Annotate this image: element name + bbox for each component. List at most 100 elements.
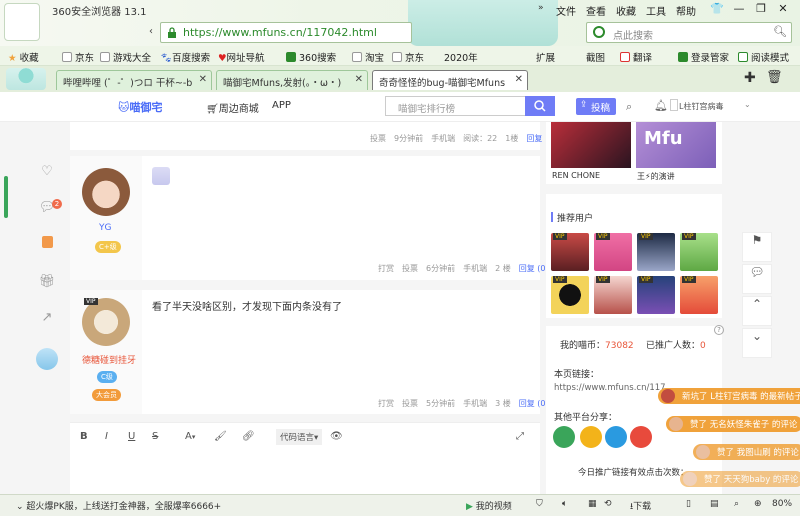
bookmark-taobao[interactable]: 淘宝 bbox=[352, 50, 384, 64]
restore-icon[interactable]: ❐ bbox=[752, 2, 770, 16]
speaker-icon[interactable]: 🔈︎ bbox=[562, 499, 567, 509]
clean-icon[interactable]: ⟲ bbox=[604, 499, 612, 509]
bookmark-icon[interactable]: ▯ bbox=[686, 499, 691, 509]
menu-favorites[interactable]: 收藏 bbox=[616, 3, 636, 18]
search-placeholder[interactable]: 点此搜索 bbox=[613, 27, 653, 42]
qzone-share-icon[interactable] bbox=[580, 426, 602, 448]
bookmark-jd[interactable]: 京东 bbox=[62, 50, 94, 64]
close-tab-icon[interactable]: ✕ bbox=[199, 74, 207, 85]
weibo-share-icon[interactable] bbox=[630, 426, 652, 448]
bookmark-nav[interactable]: ♥网址导航 bbox=[218, 50, 265, 64]
menu-file[interactable]: 文件 bbox=[556, 3, 576, 18]
underline-button[interactable]: U bbox=[128, 431, 135, 442]
author-name[interactable]: 德糖碰到挂牙 bbox=[82, 353, 136, 366]
scroll-handle[interactable] bbox=[4, 176, 8, 218]
chevron-down-icon[interactable]: ⌄ bbox=[744, 100, 751, 109]
help-icon[interactable]: ? bbox=[714, 325, 724, 335]
gift-icon[interactable]: 🎁︎ bbox=[34, 274, 60, 300]
chat-icon[interactable]: 💬︎ bbox=[742, 264, 772, 294]
chevron-right-icon[interactable]: » bbox=[538, 3, 544, 13]
strike-button[interactable]: S bbox=[152, 431, 158, 442]
search-icon[interactable]: 🔍︎ bbox=[773, 25, 787, 38]
address-text[interactable]: https://www.mfuns.cn/117042.html bbox=[183, 26, 377, 39]
shield-icon[interactable]: ⛉ bbox=[536, 499, 543, 509]
flag-icon[interactable]: ⚑ bbox=[742, 232, 772, 262]
post-button[interactable]: ⇪ 投稿 bbox=[576, 98, 616, 115]
promo-link[interactable]: ⌄ 超火爆PK服，上线送打金神器，全服爆率6666+ bbox=[16, 499, 221, 512]
italic-button[interactable]: I bbox=[105, 431, 108, 442]
bookmark-screenshot[interactable]: 截图 bbox=[586, 50, 605, 64]
search-engine-icon[interactable] bbox=[593, 26, 605, 38]
bookmark-translate[interactable]: 翻译 bbox=[620, 50, 652, 64]
search-icon[interactable]: ⌕ bbox=[626, 100, 632, 114]
tab-bilibili[interactable]: 哔哩哔哩 (゜-゜)つロ 干杯~-b ✕ bbox=[56, 70, 212, 90]
bookmark-orange-icon[interactable] bbox=[34, 236, 60, 262]
bookmark-games[interactable]: 游戏大全 bbox=[100, 50, 151, 64]
featured-title[interactable]: 王⚡的演讲 bbox=[637, 171, 675, 182]
bookmark-reader-mode[interactable]: 阅读模式 bbox=[738, 50, 789, 64]
zoom-level[interactable]: 80% bbox=[772, 499, 792, 509]
qq-share-icon[interactable] bbox=[605, 426, 627, 448]
author-name[interactable]: YG bbox=[99, 223, 111, 233]
browser-search-box[interactable]: 点此搜索 🔍︎ bbox=[586, 22, 792, 43]
avatar[interactable] bbox=[670, 99, 678, 111]
shirt-icon[interactable]: 👕 bbox=[708, 2, 726, 16]
calendar-icon[interactable]: ▤ bbox=[710, 499, 719, 509]
fullscreen-icon[interactable]: ⤢ bbox=[516, 431, 524, 442]
notification-toast[interactable]: 赞了 无名妖怪朱雀子 的评论 bbox=[666, 416, 800, 432]
bell-icon[interactable]: 🔔︎ bbox=[654, 99, 668, 112]
close-icon[interactable]: ✕ bbox=[774, 2, 792, 16]
nav-app[interactable]: APP bbox=[272, 100, 291, 111]
avatar[interactable] bbox=[82, 168, 130, 216]
trash-icon[interactable]: 🗑︎ bbox=[766, 70, 783, 85]
share-icon[interactable]: ↗ bbox=[34, 310, 60, 336]
font-color-button[interactable]: A▾ bbox=[185, 431, 195, 442]
brush-icon[interactable]: 🖌︎ bbox=[214, 431, 227, 442]
add-tab-icon[interactable]: ✚ bbox=[744, 70, 756, 86]
bookmark-360search[interactable]: 360搜索 bbox=[286, 50, 336, 64]
user-name[interactable]: L柱钉宫病毒 bbox=[679, 101, 723, 112]
bookmark-jd-2[interactable]: 京东 bbox=[392, 50, 424, 64]
chevron-up-icon[interactable]: ⌃ bbox=[742, 296, 772, 326]
address-bar[interactable]: ‹ https://www.mfuns.cn/117042.html bbox=[149, 22, 412, 43]
close-tab-icon[interactable]: ✕ bbox=[515, 74, 523, 85]
link-icon[interactable]: 🔗︎ bbox=[242, 431, 255, 442]
menu-view[interactable]: 查看 bbox=[586, 3, 606, 18]
chevron-down-icon[interactable]: ⌄ bbox=[742, 328, 772, 358]
nav-shop[interactable]: 🛒︎周边商城 bbox=[206, 100, 259, 115]
site-logo[interactable]: 🐱︎喵御宅 bbox=[118, 99, 176, 115]
notification-toast[interactable]: 新坑了 L柱钉宫病毒 的最新帖子 bbox=[658, 388, 800, 404]
zoom-icon[interactable]: ⊕ bbox=[754, 499, 762, 509]
site-search-input[interactable]: 喵御宅排行榜 bbox=[385, 96, 525, 116]
tab-mfuns-bug[interactable]: 奇奇怪怪的bug-喵御宅Mfuns ✕ bbox=[372, 70, 528, 90]
reply-editor[interactable]: B I U S A▾ 🖌︎ 🔗︎ 代码语言▾ 👁︎ ⤢ bbox=[70, 422, 540, 494]
my-video-button[interactable]: ▶ 我的视频 bbox=[466, 499, 512, 512]
minimize-icon[interactable]: — bbox=[730, 2, 748, 16]
code-language-select[interactable]: 代码语言▾ bbox=[276, 429, 323, 445]
bookmark-2020[interactable]: 2020年 bbox=[444, 50, 478, 64]
bookmark-login-manager[interactable]: 登录管家 bbox=[678, 50, 729, 64]
search-icon[interactable]: ⌕ bbox=[734, 499, 739, 509]
tab-mfuns-home[interactable]: 喵御宅Mfuns,发射(。・ω・) ✕ bbox=[216, 70, 368, 90]
menu-help[interactable]: 帮助 bbox=[676, 3, 696, 18]
moments-share-icon[interactable] bbox=[553, 426, 575, 448]
bookmark-favorites[interactable]: ★ 收藏 bbox=[8, 50, 39, 64]
bookmark-extensions[interactable]: 扩展 bbox=[536, 50, 555, 64]
eye-icon[interactable]: 👁︎ bbox=[330, 431, 343, 442]
menu-tools[interactable]: 工具 bbox=[646, 3, 666, 18]
download-button[interactable]: ⭳下载 bbox=[630, 499, 651, 515]
featured-image[interactable] bbox=[551, 122, 631, 168]
bookmark-baidu[interactable]: 🐾︎百度搜索 bbox=[160, 50, 210, 64]
back-icon[interactable]: ‹ bbox=[149, 26, 153, 37]
avatar[interactable] bbox=[36, 348, 58, 370]
heart-outline-icon[interactable]: ♡ bbox=[34, 164, 60, 190]
featured-title[interactable]: REN CHONE bbox=[552, 171, 600, 180]
bold-button[interactable]: B bbox=[80, 431, 88, 442]
notification-toast[interactable]: 赞了 我图山刷 的评论 bbox=[693, 444, 800, 460]
site-search-placeholder[interactable]: 喵御宅排行榜 bbox=[398, 101, 455, 115]
featured-image[interactable]: Mfu bbox=[636, 122, 716, 168]
grid-icon[interactable]: ▦ bbox=[588, 499, 597, 509]
close-tab-icon[interactable]: ✕ bbox=[355, 74, 363, 85]
avatar[interactable] bbox=[82, 298, 130, 346]
notification-toast[interactable]: 赞了 天天狗baby 的评论 bbox=[680, 471, 800, 487]
